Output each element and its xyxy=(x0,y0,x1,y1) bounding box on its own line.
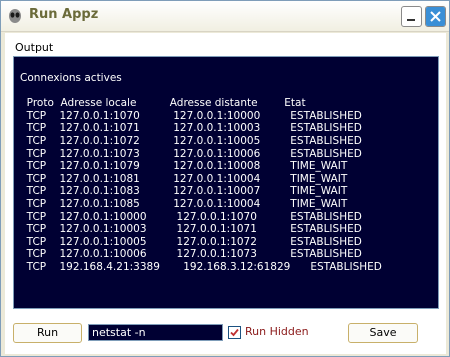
save-button[interactable]: Save xyxy=(348,323,418,343)
output-line: Connexions actives xyxy=(20,72,122,84)
output-line: TCP 127.0.0.1:10006 127.0.0.1:1073 ESTAB… xyxy=(20,248,362,261)
close-icon xyxy=(426,7,445,26)
minimize-icon xyxy=(407,19,415,21)
run-hidden-checkbox[interactable] xyxy=(228,326,241,339)
checkmark-icon xyxy=(230,328,239,337)
output-line: TCP 127.0.0.1:10000 127.0.0.1:1070 ESTAB… xyxy=(20,210,362,223)
command-input[interactable]: netstat -n xyxy=(88,324,223,341)
output-line: Proto Adresse locale Adresse distante Et… xyxy=(20,97,306,110)
output-line: TCP 192.168.4.21:3389 192.168.3.12:61829… xyxy=(20,261,382,273)
run-hidden-label: Run Hidden xyxy=(245,325,309,338)
output-line: TCP 127.0.0.1:1085 127.0.0.1:10004 TIME_… xyxy=(20,198,348,210)
output-line: TCP 127.0.0.1:1083 127.0.0.1:10007 TIME_… xyxy=(20,185,348,198)
output-line: TCP 127.0.0.1:1071 127.0.0.1:10003 ESTAB… xyxy=(20,122,362,135)
output-line: TCP 127.0.0.1:1073 127.0.0.1:10006 ESTAB… xyxy=(20,147,362,160)
command-bar: Run netstat -n Run Hidden Save xyxy=(5,321,446,347)
window-title: Run Appz xyxy=(29,7,99,22)
client-area: Output Connexions actives Proto Adresse … xyxy=(5,33,446,354)
close-button[interactable] xyxy=(425,6,446,27)
output-line: TCP 127.0.0.1:1072 127.0.0.1:10005 ESTAB… xyxy=(20,135,362,147)
output-console[interactable]: Connexions actives Proto Adresse locale … xyxy=(13,56,439,309)
output-line: TCP 127.0.0.1:10003 127.0.0.1:1071 ESTAB… xyxy=(20,223,362,236)
output-label: Output xyxy=(15,41,54,54)
output-line: TCP 127.0.0.1:1079 127.0.0.1:10008 TIME_… xyxy=(20,160,348,173)
alien-icon xyxy=(7,8,23,24)
run-appz-window: Run Appz Output Connexions actives Proto… xyxy=(0,0,450,357)
run-button[interactable]: Run xyxy=(13,323,82,343)
minimize-button[interactable] xyxy=(401,6,422,27)
title-bar[interactable]: Run Appz xyxy=(1,1,449,32)
output-line: TCP 127.0.0.1:1081 127.0.0.1:10004 TIME_… xyxy=(20,172,348,185)
output-line: TCP 127.0.0.1:1070 127.0.0.1:10000 ESTAB… xyxy=(20,109,362,122)
output-line: TCP 127.0.0.1:10005 127.0.0.1:1072 ESTAB… xyxy=(20,235,362,248)
